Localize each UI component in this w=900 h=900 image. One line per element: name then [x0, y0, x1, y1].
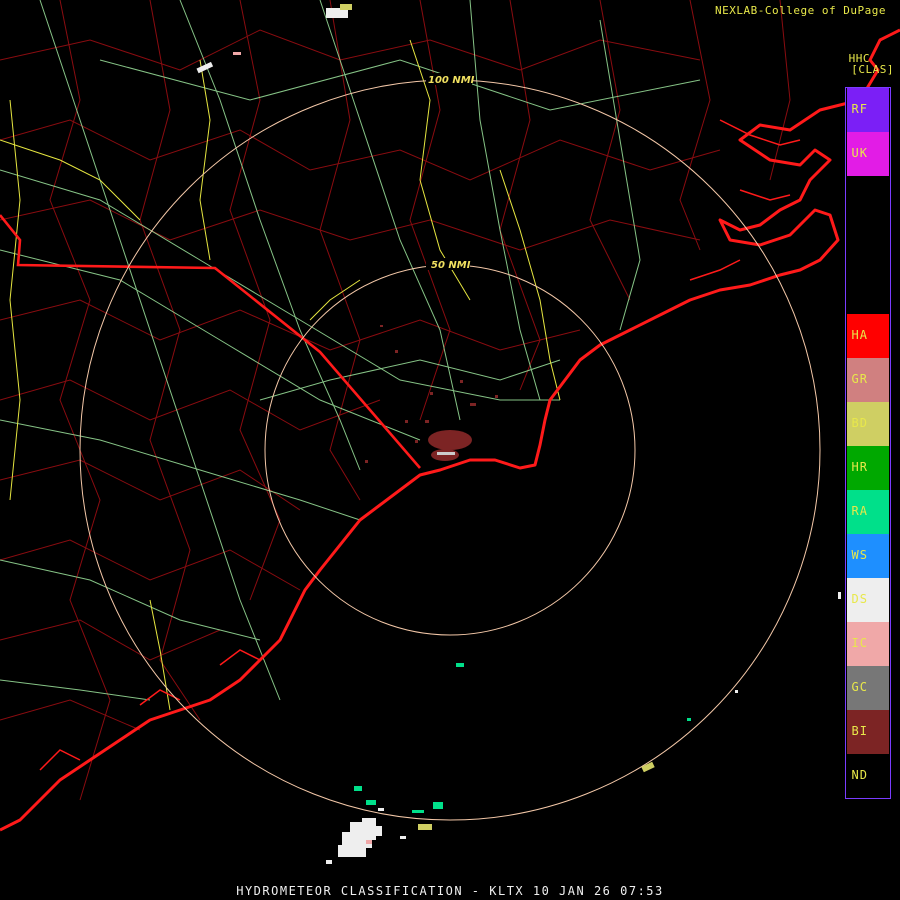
echo-scatter [196, 4, 841, 839]
credit-label: NEXLAB-College of DuPage [715, 4, 886, 17]
radar-map: 50 NMI 100 NMI [0, 0, 900, 864]
echo-cluster-south [326, 818, 382, 864]
county-lines [0, 0, 791, 801]
legend-label-ws: WS [851, 548, 868, 562]
legend-label-rf: RF [851, 102, 868, 116]
ring-label-100: 100 NMI [428, 75, 475, 86]
legend-label-gr: GR [851, 372, 868, 386]
legend-label-bi: BI [851, 724, 868, 738]
echo-cluster-center [365, 325, 498, 463]
legend-label-ra: RA [851, 504, 868, 518]
legend-label-gc: GC [851, 680, 868, 694]
legend-label-ha: HA [851, 328, 868, 342]
ring-label-50: 50 NMI [431, 260, 471, 271]
legend-label-nd: ND [851, 768, 868, 782]
legend-label-hr: HR [851, 460, 868, 474]
product-title: HYDROMETEOR CLASSIFICATION - KLTX 10 JAN… [236, 884, 664, 898]
interstate-lines [0, 39, 561, 711]
legend-label-ds: DS [851, 592, 868, 606]
classifier-label: [CLAS] [851, 63, 894, 76]
legend-label-ic: IC [851, 636, 868, 650]
legend-label-bd: BD [851, 416, 868, 430]
legend-label-uk: UK [851, 146, 868, 160]
